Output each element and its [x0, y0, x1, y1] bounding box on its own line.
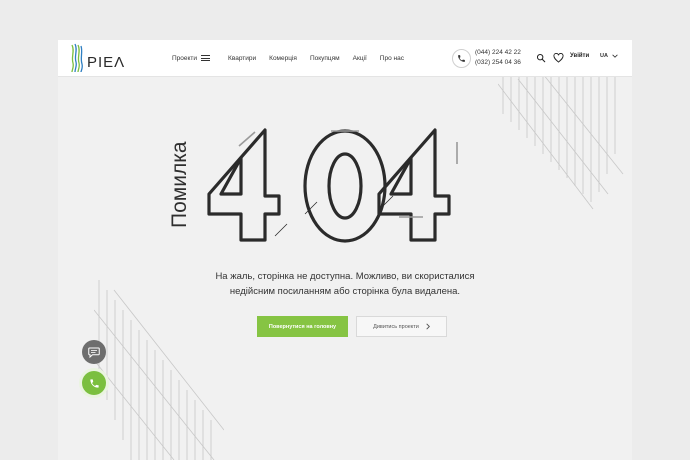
error-code-graphic: [207, 128, 458, 243]
logo-mark-icon: [71, 43, 83, 73]
contact-phones[interactable]: (044) 224 42 22 (032) 254 04 36: [452, 48, 521, 68]
chevron-down-icon: [612, 54, 618, 58]
nav-item-buyers[interactable]: Покупцям: [310, 55, 340, 62]
nav-item-about[interactable]: Про нас: [380, 55, 404, 62]
phone-number-2[interactable]: (032) 254 04 36: [475, 58, 521, 68]
login-link[interactable]: Увійти: [570, 53, 589, 59]
error-message-line-1: На жаль, сторінка не доступна. Можливо, …: [215, 271, 475, 282]
phone-number-1[interactable]: (044) 224 42 22: [475, 48, 521, 58]
chevron-right-icon: [426, 323, 430, 330]
view-projects-button-label: Дивитись проекти: [373, 323, 419, 330]
back-home-button[interactable]: Повернутися на головну: [257, 316, 348, 337]
phone-icon: [452, 48, 471, 68]
call-button-inner: [82, 371, 106, 395]
chat-icon: [88, 347, 100, 358]
logo[interactable]: PIEΛ: [70, 43, 125, 73]
search-icon[interactable]: [534, 51, 548, 65]
nav-projects-label: Проекти: [172, 54, 198, 62]
phone-icon: [89, 378, 99, 388]
error-title-text: Помилка: [168, 141, 191, 228]
view-projects-button[interactable]: Дивитись проекти: [356, 316, 447, 337]
back-home-button-label: Повернутися на головну: [268, 323, 337, 330]
error-title: Помилка: [168, 128, 196, 228]
nav-projects[interactable]: Проекти: [172, 54, 211, 62]
error-message-line-2: недійсним посиланням або сторінка була в…: [229, 286, 461, 297]
chat-button[interactable]: [82, 340, 106, 364]
language-selector[interactable]: UA: [600, 53, 618, 59]
page-frame: [58, 40, 632, 460]
phone-numbers: (044) 224 42 22 (032) 254 04 36: [475, 48, 521, 68]
call-button[interactable]: [79, 368, 109, 398]
nav-item-promotions[interactable]: Акції: [353, 55, 367, 62]
site-header: PIEΛ Проекти Квартири Комерція Покупцям …: [58, 40, 632, 76]
language-label: UA: [600, 53, 608, 59]
error-message: На жаль, сторінка не доступна. Можливо, …: [160, 269, 530, 299]
heart-icon[interactable]: [551, 51, 565, 65]
decorative-lines-top: [498, 74, 624, 210]
nav-item-commerce[interactable]: Комерція: [269, 55, 297, 62]
menu-icon: [201, 55, 211, 61]
logo-text: PIEΛ: [87, 53, 126, 71]
main-nav: Проекти Квартири Комерція Покупцям Акції…: [172, 40, 417, 76]
nav-item-apartments[interactable]: Квартири: [228, 55, 256, 62]
